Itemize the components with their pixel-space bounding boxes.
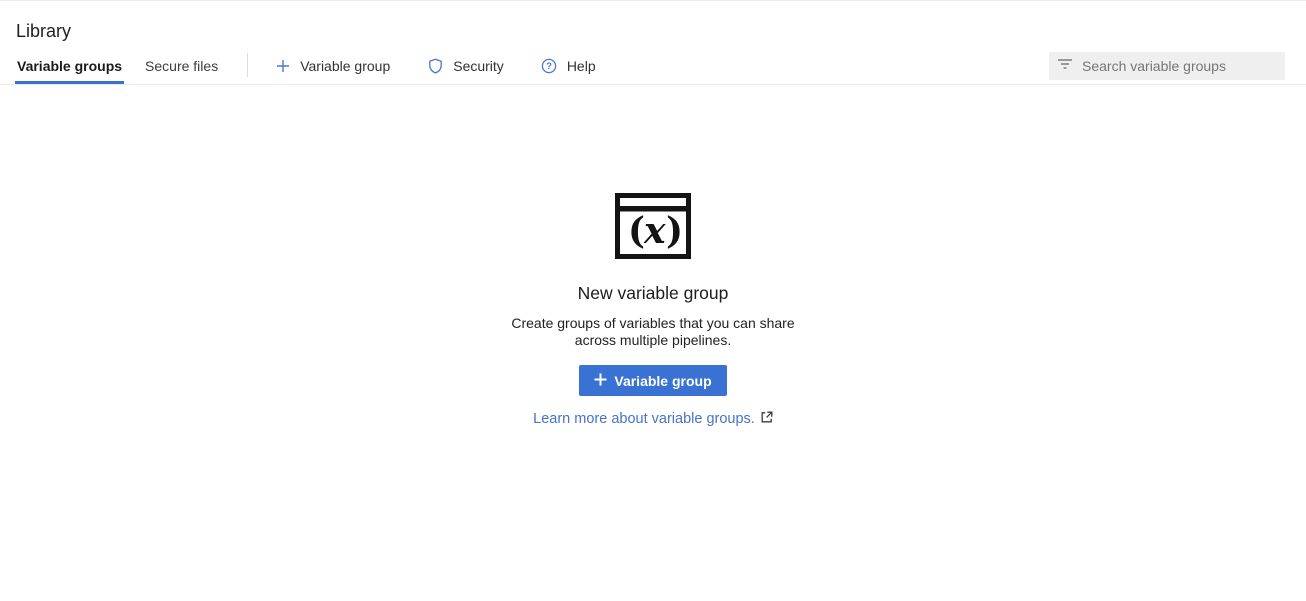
help-label: Help [567,58,596,74]
external-link-icon [761,410,773,428]
help-icon: ? [541,58,557,74]
add-variable-group-command[interactable]: Variable group [276,48,390,84]
search-box[interactable] [1049,52,1285,80]
help-command[interactable]: ? Help [541,48,596,84]
empty-state-title: New variable group [578,283,729,304]
page-title: Library [16,20,1306,42]
svg-text:?: ? [546,61,552,72]
empty-state: ( x ) New variable group Create groups o… [0,193,1306,428]
security-command[interactable]: Security [428,48,504,84]
tab-variable-groups[interactable]: Variable groups [15,48,124,84]
add-variable-group-label: Variable group [300,58,390,74]
learn-more-row: Learn more about variable groups. [533,410,773,428]
variable-group-button-label: Variable group [614,373,711,389]
library-header: Library Variable groups Secure files Var… [0,1,1306,85]
svg-text:( x ): ( x ) [628,210,683,252]
toolbar-divider [247,53,248,77]
variable-group-icon: ( x ) [615,193,691,264]
security-label: Security [453,58,504,74]
tab-variable-groups-label: Variable groups [17,58,122,74]
plus-icon [594,373,607,389]
empty-state-description: Create groups of variables that you can … [497,315,809,349]
plus-icon [276,59,290,73]
tab-secure-files-label: Secure files [145,58,218,74]
tab-bar: Variable groups Secure files Variable gr… [0,48,1306,85]
shield-icon [428,58,443,74]
filter-icon [1058,57,1072,75]
search-input[interactable] [1082,58,1276,74]
learn-more-link[interactable]: Learn more about variable groups. [533,411,755,427]
tab-secure-files[interactable]: Secure files [143,48,220,84]
variable-group-button[interactable]: Variable group [579,365,726,396]
